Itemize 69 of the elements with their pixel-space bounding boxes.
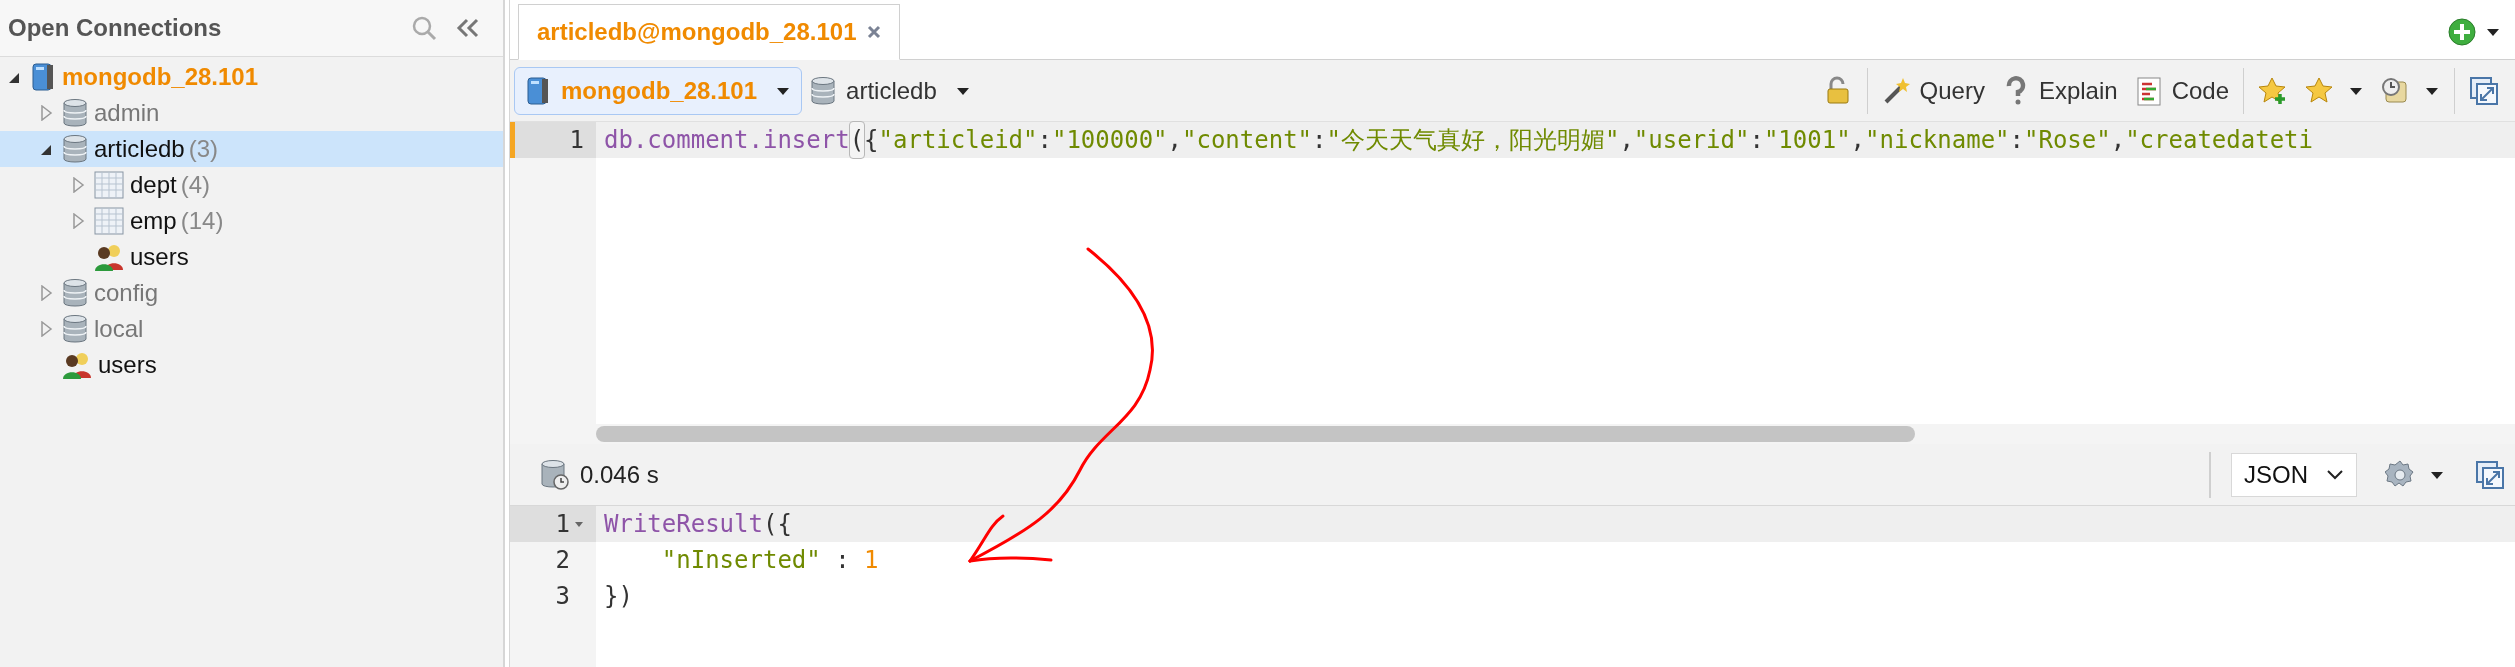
server-icon (30, 62, 56, 92)
database-icon (62, 98, 88, 128)
database-icon (62, 134, 88, 164)
double-chevron-left-icon (455, 16, 481, 40)
users-icon (94, 242, 124, 272)
execution-time: 0.046 s (580, 459, 659, 490)
maximize-icon (2469, 75, 2499, 106)
item-count: (14) (180, 206, 224, 236)
tree-label: admin (94, 98, 160, 128)
collapsed-triangle-icon (39, 321, 53, 337)
tree-label: users (98, 350, 157, 380)
explain-button[interactable]: Explain (1992, 66, 2126, 115)
tree-label: local (94, 314, 144, 344)
line-number: 3 (555, 581, 570, 612)
format-dropdown[interactable]: JSON (2231, 452, 2357, 497)
chevron-down-icon (2326, 468, 2344, 481)
close-icon (866, 25, 881, 39)
star-plus-icon (2258, 75, 2288, 106)
code-button[interactable]: Code (2125, 66, 2237, 115)
item-count: (3) (188, 134, 219, 164)
code-line: WriteResult({ (603, 509, 792, 540)
line-number: 2 (555, 545, 570, 576)
maximize-icon (2475, 459, 2505, 490)
tree-label: mongodb_28.101 (62, 62, 259, 92)
close-tab-button[interactable] (866, 25, 881, 39)
tree-item[interactable]: admin (0, 95, 503, 131)
code-line: "nInserted" : 1 (660, 545, 879, 576)
collapsed-triangle-icon (71, 213, 85, 229)
plus-icon (2447, 17, 2477, 47)
users-icon (62, 350, 92, 380)
panel-title: Open Connections (8, 13, 222, 43)
database-icon (62, 278, 88, 308)
collapse-button[interactable] (455, 16, 481, 40)
line-number: 1 (569, 125, 584, 156)
query-button[interactable]: Query (1873, 66, 1993, 115)
collapsed-triangle-icon (39, 285, 53, 301)
tree-item[interactable]: users (0, 347, 503, 383)
caret-icon (2485, 26, 2501, 38)
database-icon (62, 314, 88, 344)
tree-label: articledb (94, 134, 185, 164)
line-number: 1 (555, 509, 570, 540)
tree-item[interactable]: articledb (3) (0, 131, 503, 167)
new-tab-button[interactable] (2447, 17, 2501, 47)
tree-item[interactable]: dept (4) (0, 167, 503, 203)
tree-label: emp (130, 206, 177, 236)
tree-item[interactable]: local (0, 311, 503, 347)
code-line: db.comment.insert({"articleid":"100000","content":"今天天气真好，阳光明媚","userid":"1001","nickname":"Rose","createdateti (596, 122, 2313, 158)
database-clock-icon (540, 458, 570, 491)
search-button[interactable] (411, 15, 437, 41)
tree-label: config (94, 278, 159, 308)
database-icon (810, 75, 837, 106)
star-icon (2304, 75, 2334, 106)
tree-label: dept (130, 170, 177, 200)
tree-item[interactable]: users (0, 239, 503, 275)
code-line: }) (603, 581, 633, 612)
table-grid-icon (94, 206, 124, 236)
item-count: (4) (180, 170, 211, 200)
collapsed-triangle-icon (71, 177, 85, 193)
tree-item[interactable]: config (0, 275, 503, 311)
database-dropdown[interactable]: articledb (802, 66, 979, 115)
scroll-clock-icon (2380, 75, 2410, 106)
server-icon (525, 75, 551, 106)
fold-caret-icon (574, 520, 584, 528)
maximize-button[interactable] (2475, 459, 2505, 490)
tree-label: users (130, 242, 189, 272)
table-grid-icon (94, 170, 124, 200)
collapsed-triangle-icon (39, 105, 53, 121)
tree-item[interactable]: emp (14) (0, 203, 503, 239)
search-icon (411, 15, 437, 41)
